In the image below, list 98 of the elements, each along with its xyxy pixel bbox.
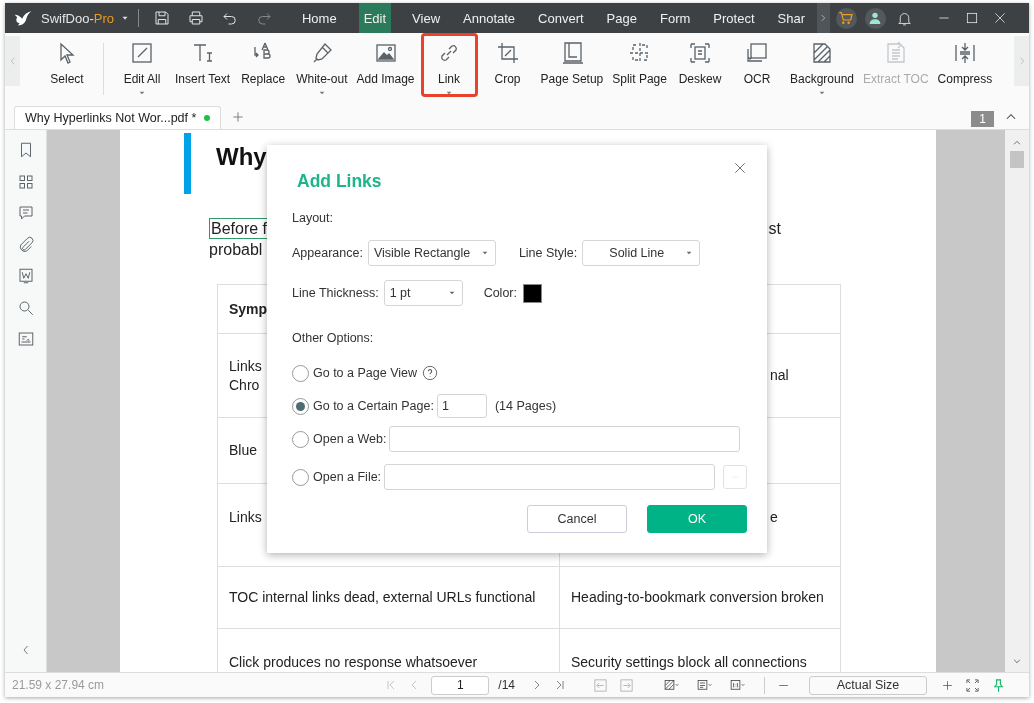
option-label[interactable]: Open a File: — [313, 470, 382, 484]
field-label: Appearance: — [292, 246, 363, 260]
table-cell: Heading-to-bookmark conversion broken — [571, 588, 824, 607]
tool-button[interactable]: Select — [40, 33, 94, 97]
caret-down-icon — [480, 249, 489, 257]
page-badge: 1 — [971, 111, 994, 127]
cart-icon — [838, 10, 855, 26]
word-icon[interactable] — [16, 267, 35, 285]
tool-button[interactable]: Deskew — [672, 33, 727, 97]
table-cell: Security settings block all connections — [571, 653, 807, 672]
tool-button[interactable]: Add Image — [353, 33, 418, 97]
tool-button[interactable]: Replace — [236, 33, 291, 97]
chevron-down-icon[interactable] — [1012, 656, 1022, 666]
field-label: Line Style: — [518, 246, 578, 260]
caret-down-icon — [447, 289, 456, 297]
table-cell: e — [770, 508, 778, 527]
hatched-page-icon — [810, 41, 834, 65]
page-count-text: (14 Pages) — [494, 399, 557, 413]
page-number-field[interactable]: 1 — [436, 394, 487, 418]
tool-button[interactable]: Insert Text — [172, 33, 234, 97]
maximize-icon[interactable] — [965, 11, 979, 25]
table-cell: Blue — [229, 441, 258, 460]
app-name: SwifDoo-Pro — [41, 10, 114, 26]
paragraph-text: st — [768, 219, 781, 239]
menu-tab[interactable]: Protect — [702, 3, 766, 33]
menu-tab[interactable]: Form — [649, 3, 702, 33]
zoom-in-icon[interactable] — [941, 678, 954, 692]
url-field[interactable] — [389, 426, 740, 452]
caret-down-icon — [317, 89, 326, 97]
appearance-select[interactable]: Visible Rectangle — [367, 240, 496, 266]
deskew-icon — [687, 41, 712, 65]
column-header: Symp — [229, 299, 268, 319]
page-total-text: /14 — [498, 678, 515, 692]
zoom-field[interactable]: Actual Size — [809, 675, 927, 695]
tool-button[interactable]: Link — [420, 33, 478, 97]
menu-tab[interactable]: Convert — [527, 3, 595, 33]
file-path-field[interactable] — [384, 464, 715, 490]
table-cell: Links — [229, 508, 262, 527]
cart-button[interactable] — [836, 7, 857, 29]
section-label: Layout: — [292, 210, 334, 227]
field-label: Line Thickness: — [292, 286, 379, 300]
menu-tab[interactable]: Edit — [358, 3, 392, 33]
caret-down-icon — [685, 249, 694, 257]
table-cell: Links Chro — [229, 356, 262, 395]
page-number-field[interactable]: 1 — [431, 675, 490, 695]
menu-tab[interactable]: Annotate — [452, 3, 527, 33]
pencil-box-icon — [130, 41, 154, 65]
line-thickness-select[interactable]: 1 pt — [383, 280, 463, 306]
table-cell: Click produces no response whatsoever — [229, 653, 478, 672]
document-heading: Why — [216, 143, 267, 172]
tool-button[interactable]: Crop — [480, 33, 535, 97]
table-cell: nal — [770, 366, 789, 385]
table-cell: TOC internal links dead, external URLs functional — [229, 588, 536, 607]
caret-down-icon — [818, 89, 826, 97]
option-label[interactable]: Go to a Certain Page: — [313, 399, 434, 413]
tool-button[interactable]: Compress — [934, 33, 996, 97]
signature-icon[interactable] — [16, 330, 35, 348]
menu-tab[interactable]: View — [401, 3, 452, 33]
tool-button[interactable]: Page Setup — [537, 33, 607, 97]
menu-tab[interactable]: Home — [291, 3, 348, 33]
color-swatch[interactable] — [522, 283, 542, 303]
section-label: Other Options: — [292, 330, 375, 347]
option-label[interactable]: Go to a Page View — [313, 366, 417, 380]
last-page-icon[interactable] — [554, 679, 566, 691]
crop-icon — [495, 41, 520, 65]
compress-icon — [952, 41, 977, 65]
menu-tab[interactable]: Page — [595, 3, 648, 33]
thumbnails-icon[interactable] — [16, 172, 35, 191]
tool-button[interactable]: Background — [786, 33, 857, 97]
heading-accent-bar — [184, 133, 191, 194]
field-label: Color: — [483, 286, 517, 300]
tool-button[interactable]: White-out — [293, 33, 351, 97]
caret-down-icon — [445, 89, 454, 97]
search-icon[interactable] — [16, 298, 35, 317]
print-icon[interactable] — [187, 9, 205, 27]
tool-button[interactable]: Edit All — [115, 33, 169, 97]
fullscreen-icon[interactable] — [965, 677, 980, 693]
scrollbar[interactable] — [1005, 130, 1029, 672]
menu-tab[interactable]: Shar — [766, 3, 816, 33]
paragraph-text: probabl — [209, 240, 263, 260]
help-icon[interactable] — [422, 365, 438, 381]
chevron-up-icon[interactable] — [1012, 138, 1022, 148]
tool-button[interactable]: OCR — [729, 33, 784, 97]
image-icon — [373, 41, 398, 65]
page-size-text: 21.59 x 27.94 cm — [12, 678, 105, 692]
dialog-title: Add Links — [296, 170, 382, 192]
document-tab[interactable]: Why Hyperlinks Not Wor...pdf * — [14, 106, 222, 129]
option-label[interactable]: Open a Web: — [313, 432, 387, 446]
line-style-select[interactable]: Solid Line — [582, 240, 701, 266]
comment-icon[interactable] — [16, 204, 35, 222]
scroll-thumb[interactable] — [1010, 151, 1024, 168]
user-button[interactable] — [865, 7, 886, 29]
tool-button[interactable]: Split Page — [609, 33, 670, 97]
cancel-button[interactable]: Cancel — [527, 505, 627, 533]
pin-icon[interactable] — [991, 677, 1006, 693]
save-icon[interactable] — [153, 9, 171, 27]
caret-down-icon — [138, 89, 146, 97]
close-icon[interactable] — [733, 161, 747, 175]
